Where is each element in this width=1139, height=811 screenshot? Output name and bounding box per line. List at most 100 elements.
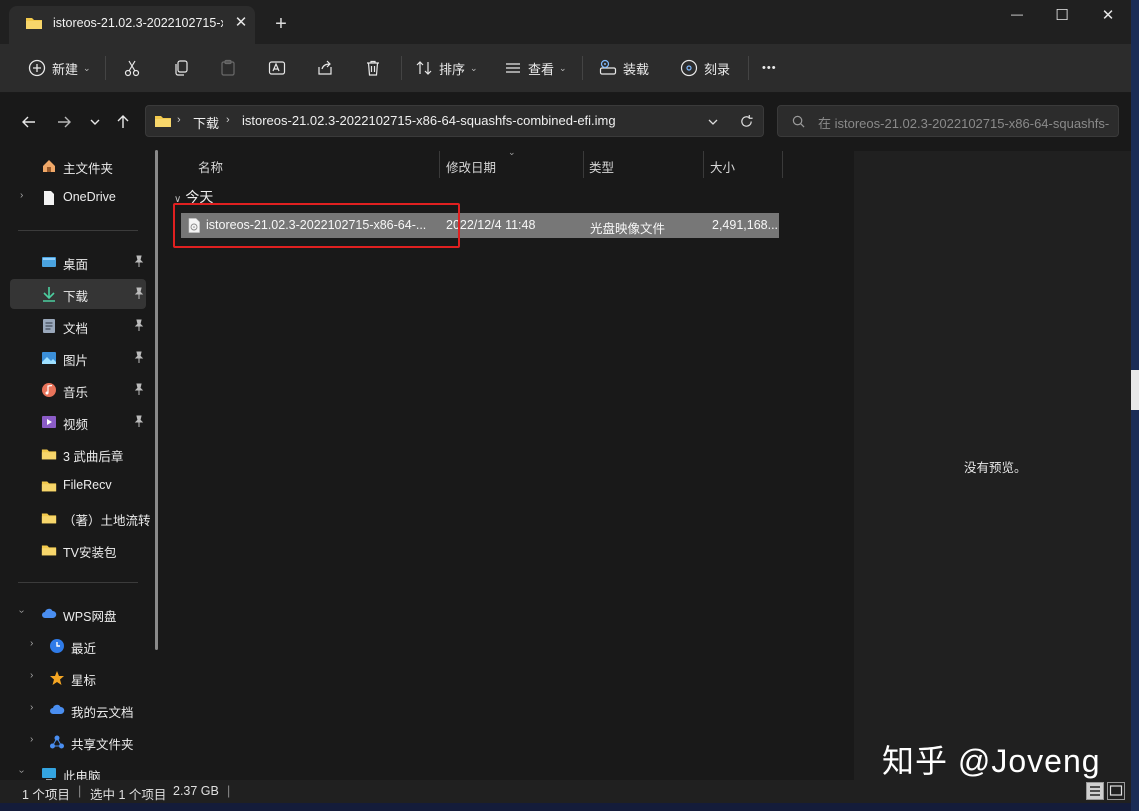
folder-icon [26,18,42,29]
recent-locations-button[interactable] [84,111,106,133]
sidebar-item-starred[interactable]: › 星标 [10,663,146,693]
pin-icon [134,415,144,427]
column-header-type[interactable]: 类型 [589,157,614,176]
share-icon [318,60,332,75]
plus-circle-icon [28,59,46,77]
tab-active[interactable]: istoreos-21.02.3-2022102715-x ✕ [9,6,255,44]
column-divider[interactable] [583,151,584,178]
toolbar-divider [401,56,402,80]
back-button[interactable] [18,111,40,133]
sidebar-item-desktop[interactable]: 桌面 [10,247,146,277]
copy-button[interactable] [172,44,190,92]
document-icon [43,319,55,333]
sidebar-item-label: TV安装包 [63,546,117,560]
sidebar-divider [18,582,138,583]
sidebar-item-documents[interactable]: 文档 [10,311,146,341]
chevron-right-icon[interactable]: › [30,734,33,745]
address-bar[interactable]: › 下载 › istoreos-21.02.3-2022102715-x86-6… [145,105,764,137]
sidebar-item-label: 主文件夹 [63,162,114,176]
breadcrumb-separator[interactable]: › [177,114,181,126]
view-icon [506,63,520,73]
chevron-right-icon[interactable]: › [30,702,33,713]
delete-button[interactable] [364,44,382,92]
sidebar-item-pictures[interactable]: 图片 [10,343,146,373]
details-view-icon [1090,786,1100,796]
share-button[interactable] [316,44,334,92]
maximize-button[interactable]: ☐ [1039,6,1085,26]
burn-button[interactable]: 刻录 [680,44,730,92]
column-header-name[interactable]: 名称 [198,157,223,176]
sort-button[interactable]: 排序 ⌄ [415,44,478,92]
disc-icon [680,59,698,77]
toolbar-divider [582,56,583,80]
sidebar-item-onedrive[interactable]: › OneDrive [10,183,146,213]
rename-icon [268,61,286,75]
cut-button[interactable] [123,44,141,92]
sidebar-item-music[interactable]: 音乐 [10,375,146,405]
rename-button[interactable] [268,44,286,92]
document-icon [44,191,54,205]
new-button[interactable]: 新建 ⌄ [28,44,91,92]
view-button[interactable]: 查看 ⌄ [504,44,567,92]
sidebar-item-folder[interactable]: TV安装包 [10,535,146,565]
minimize-button[interactable]: — [994,7,1040,27]
refresh-icon[interactable] [739,114,754,129]
sidebar-item-label: 音乐 [63,386,89,400]
paste-icon [221,59,235,76]
arrow-left-icon [22,116,35,128]
chevron-down-icon: ⌄ [559,62,567,73]
sidebar-scrollbar[interactable] [155,150,158,650]
breadcrumb-file[interactable]: istoreos-21.02.3-2022102715-x86-64-squas… [242,113,616,128]
chevron-down-icon[interactable]: › [16,610,27,613]
column-divider[interactable] [703,151,704,178]
sidebar-item-shared-folder[interactable]: › 共享文件夹 [10,727,146,757]
mount-button[interactable]: 装载 [599,44,649,92]
chevron-right-icon[interactable]: › [30,638,33,649]
chevron-down-icon[interactable]: › [16,770,27,773]
chevron-right-icon[interactable]: › [30,670,33,681]
navigation-pane: 主文件夹 › OneDrive 桌面 下载 文档 图片 音乐 视频 3 武曲后章… [0,151,158,784]
paste-button[interactable] [219,44,237,92]
more-options-button[interactable]: ••• [762,44,777,92]
details-view-button[interactable] [1086,782,1104,800]
cloud-icon [42,608,57,618]
new-tab-button[interactable]: + [270,13,292,35]
sidebar-item-recent[interactable]: › 最近 [10,631,146,661]
forward-button[interactable] [53,111,75,133]
sidebar-item-label: OneDrive [63,190,116,204]
sidebar-item-downloads[interactable]: 下载 [10,279,146,309]
search-box[interactable]: 在 istoreos-21.02.3-2022102715-x86-64-squ… [777,105,1119,137]
sidebar-item-label: 我的云文档 [71,706,134,720]
sidebar-item-folder[interactable]: （著）土地流转 [10,503,151,533]
sort-indicator-icon: ⌄ [508,147,516,157]
sidebar-item-cloud-docs[interactable]: › 我的云文档 [10,695,146,725]
image-icon [42,352,56,364]
column-divider[interactable] [782,151,783,178]
selection-size: 2.37 GB [173,784,219,798]
column-header-size[interactable]: 大小 [710,157,735,176]
breadcrumb-separator[interactable]: › [226,114,230,126]
background-window-edge [1131,370,1139,410]
mount-label: 装载 [623,61,650,77]
close-window-button[interactable]: ✕ [1085,6,1131,26]
pin-icon [134,383,144,395]
tiles-view-button[interactable] [1107,782,1125,800]
tab-close-button[interactable]: ✕ [231,13,251,33]
sidebar-item-wps-drive[interactable]: › WPS网盘 [10,599,146,629]
sidebar-divider [18,230,138,231]
sidebar-item-home[interactable]: 主文件夹 [10,151,146,181]
chevron-down-icon[interactable] [707,116,719,128]
video-icon [42,416,56,428]
sidebar-item-filerecv[interactable]: FileRecv [10,471,146,501]
column-header-date[interactable]: 修改日期 [446,157,496,176]
column-divider[interactable] [439,151,440,178]
sidebar-item-folder[interactable]: 3 武曲后章 [10,439,146,469]
sidebar-item-videos[interactable]: 视频 [10,407,146,437]
arrow-right-icon [58,116,71,128]
breadcrumb-downloads[interactable]: 下载 [193,113,219,132]
chevron-right-icon[interactable]: › [20,190,23,201]
clock-icon [50,639,64,653]
share-icon [50,735,64,749]
sidebar-item-label: FileRecv [63,478,112,492]
up-button[interactable] [112,111,134,133]
